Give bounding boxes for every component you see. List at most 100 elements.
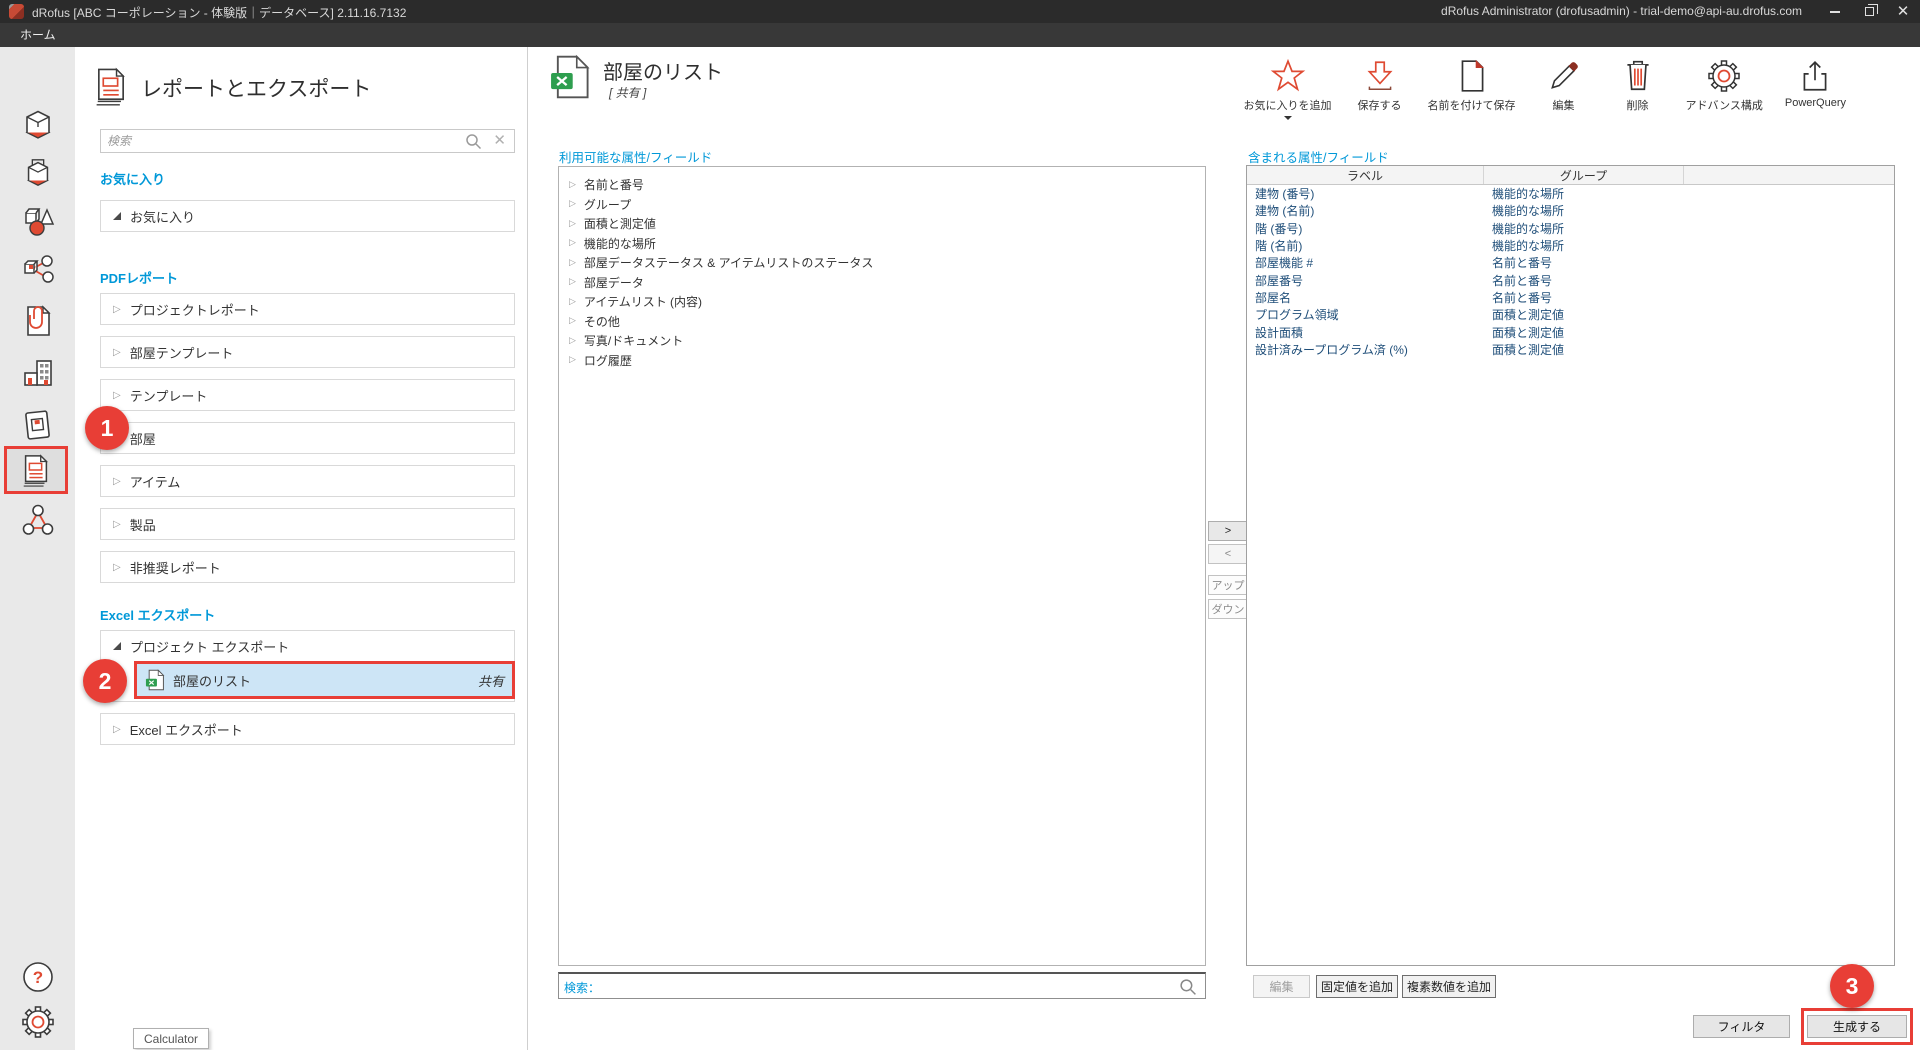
remove-attribute-button[interactable]: <	[1208, 544, 1248, 564]
tree-item[interactable]: ▷ログ履歴	[559, 351, 1205, 371]
settings-gear-icon[interactable]	[0, 1000, 75, 1044]
annotation-step-2: 2	[83, 659, 127, 703]
collapsed-triangle-icon[interactable]: ▷	[113, 304, 121, 315]
table-row[interactable]: 設計済みープログラム済 (%)面積と測定値	[1247, 341, 1894, 358]
buildings-module-icon[interactable]	[0, 351, 75, 395]
column-header-group[interactable]: グループ	[1484, 166, 1684, 184]
delete-button[interactable]: 削除	[1612, 58, 1664, 113]
catalog-module-icon[interactable]	[0, 403, 75, 447]
tree-item-label: 名前と番号	[584, 176, 644, 193]
tree-item[interactable]: ▷その他	[559, 312, 1205, 332]
table-row[interactable]: 部屋機能 #名前と番号	[1247, 254, 1894, 271]
collapsed-triangle-icon[interactable]: ▷	[569, 238, 576, 248]
tree-item[interactable]: ▷グループ	[559, 195, 1205, 215]
column-header-label[interactable]: ラベル	[1247, 166, 1484, 184]
svg-text:?: ?	[32, 968, 42, 987]
window-title: dRofus [ABC コーポレーション - 体験版｜データベース] 2.11.…	[32, 4, 406, 21]
collapsed-triangle-icon[interactable]: ▷	[113, 476, 121, 487]
edit-button[interactable]: 編集	[1538, 58, 1590, 113]
collapsed-triangle-icon[interactable]: ▷	[113, 519, 121, 530]
tree-item[interactable]: ▷機能的な場所	[559, 234, 1205, 254]
save-button[interactable]: 保存する	[1354, 58, 1406, 113]
tree-item-template[interactable]: ▷テンプレート	[100, 379, 515, 411]
items-module-icon[interactable]	[0, 151, 75, 195]
tree-item-label: 部屋	[130, 429, 156, 448]
report-search-field[interactable]: ✕	[100, 129, 515, 153]
tree-item-products[interactable]: ▷製品	[100, 508, 515, 540]
collapsed-triangle-icon[interactable]: ▷	[569, 297, 576, 307]
collapsed-triangle-icon[interactable]: ▷	[569, 219, 576, 229]
help-icon[interactable]: ?	[0, 955, 75, 999]
table-row[interactable]: 建物 (番号)機能的な場所	[1247, 185, 1894, 202]
search-icon[interactable]	[1179, 978, 1197, 996]
restore-button[interactable]	[1852, 0, 1886, 23]
collapsed-triangle-icon[interactable]: ▷	[113, 347, 121, 358]
add-fixed-value-button[interactable]: 固定値を追加	[1316, 975, 1398, 998]
menu-home[interactable]: ホーム	[14, 23, 62, 47]
add-attribute-button[interactable]: >	[1208, 521, 1248, 541]
collapsed-triangle-icon[interactable]: ▷	[113, 724, 121, 735]
table-row[interactable]: 部屋番号名前と番号	[1247, 271, 1894, 288]
collapsed-triangle-icon[interactable]: ▷	[569, 199, 576, 209]
data-links-module-icon[interactable]	[0, 499, 75, 543]
available-attributes-tree[interactable]: ▷ 名前と番号 ▷グループ ▷面積と測定値 ▷機能的な場所 ▷部屋データステータス…	[558, 166, 1206, 966]
toolbar-label: お気に入りを追加	[1244, 97, 1332, 113]
collapsed-triangle-icon[interactable]: ▷	[569, 316, 576, 326]
documents-module-icon[interactable]	[0, 299, 75, 343]
collapsed-triangle-icon[interactable]: ▷	[569, 277, 576, 287]
tree-item-project-report[interactable]: ▷プロジェクトレポート	[100, 293, 515, 325]
search-icon[interactable]	[465, 133, 482, 150]
tree-item[interactable]: ▷ 名前と番号	[559, 175, 1205, 195]
filter-button[interactable]: フィルタ	[1693, 1015, 1790, 1038]
favorites-tree-item[interactable]: お気に入り	[100, 200, 515, 232]
table-row[interactable]: 設計面積面積と測定値	[1247, 323, 1894, 340]
advanced-config-button[interactable]: アドバンス構成	[1686, 58, 1763, 113]
collapsed-triangle-icon[interactable]: ▷	[569, 180, 576, 190]
tree-item-room-template[interactable]: ▷ 部屋テンプレート	[100, 336, 515, 368]
rooms-module-icon[interactable]	[0, 103, 75, 147]
systems-module-icon[interactable]	[0, 248, 75, 292]
tree-item-label: 部屋テンプレート	[130, 343, 234, 362]
attribute-search-field[interactable]: 検索：	[558, 972, 1206, 999]
collapsed-triangle-icon[interactable]: ▷	[569, 336, 576, 346]
clear-search-icon[interactable]: ✕	[493, 131, 506, 149]
tree-item[interactable]: ▷部屋データステータス & アイテムリストのステータス	[559, 253, 1205, 273]
close-button[interactable]: ✕	[1886, 0, 1920, 23]
move-down-button[interactable]: ダウン	[1208, 599, 1248, 619]
collapsed-triangle-icon[interactable]: ▷	[113, 390, 121, 401]
add-favorite-button[interactable]: お気に入りを追加	[1244, 58, 1332, 120]
tree-item-project-export[interactable]: プロジェクト エクスポート	[101, 631, 514, 661]
generate-button[interactable]: 生成する	[1807, 1015, 1907, 1038]
expanded-triangle-icon[interactable]	[113, 212, 121, 220]
cell-group: 機能的な場所	[1484, 202, 1684, 219]
tree-item[interactable]: ▷アイテムリスト (内容)	[559, 292, 1205, 312]
tree-item-excel-export[interactable]: ▷Excel エクスポート	[100, 713, 515, 745]
collapsed-triangle-icon[interactable]: ▷	[569, 355, 576, 365]
expanded-triangle-icon[interactable]	[113, 642, 121, 650]
save-as-button[interactable]: 名前を付けて保存	[1428, 58, 1516, 113]
tree-item-deprecated-reports[interactable]: ▷非推奨レポート	[100, 551, 515, 583]
tree-item-items[interactable]: ▷アイテム	[100, 465, 515, 497]
edit-value-button[interactable]: 編集	[1253, 975, 1310, 998]
powerquery-button[interactable]: PowerQuery	[1785, 58, 1846, 109]
add-multi-value-button[interactable]: 複素数値を追加	[1402, 975, 1496, 998]
table-row[interactable]: プログラム領域面積と測定値	[1247, 306, 1894, 323]
table-row[interactable]: 部屋名名前と番号	[1247, 289, 1894, 306]
tree-item-rooms[interactable]: ▷部屋	[100, 422, 515, 454]
tree-item[interactable]: ▷面積と測定値	[559, 214, 1205, 234]
table-row[interactable]: 建物 (名前)機能的な場所	[1247, 202, 1894, 219]
collapsed-triangle-icon[interactable]: ▷	[113, 562, 121, 573]
collapsed-triangle-icon[interactable]: ▷	[569, 258, 576, 268]
expand-sidebar-icon[interactable]	[0, 1045, 75, 1050]
included-attributes-table[interactable]: ラベル グループ 建物 (番号)機能的な場所 建物 (名前)機能的な場所 階 (…	[1246, 165, 1895, 966]
report-search-input[interactable]	[107, 132, 447, 150]
tree-item[interactable]: ▷部屋データ	[559, 273, 1205, 293]
move-up-button[interactable]: アップ	[1208, 575, 1248, 595]
reports-module-active[interactable]	[4, 446, 68, 494]
table-row[interactable]: 階 (番号)機能的な場所	[1247, 220, 1894, 237]
item-groups-module-icon[interactable]	[0, 199, 75, 243]
tree-item[interactable]: ▷写真/ドキュメント	[559, 331, 1205, 351]
table-row[interactable]: 階 (名前)機能的な場所	[1247, 237, 1894, 254]
minimize-button[interactable]	[1818, 0, 1852, 23]
tree-item-room-list-selected[interactable]: 部屋のリスト 共有	[134, 661, 515, 699]
